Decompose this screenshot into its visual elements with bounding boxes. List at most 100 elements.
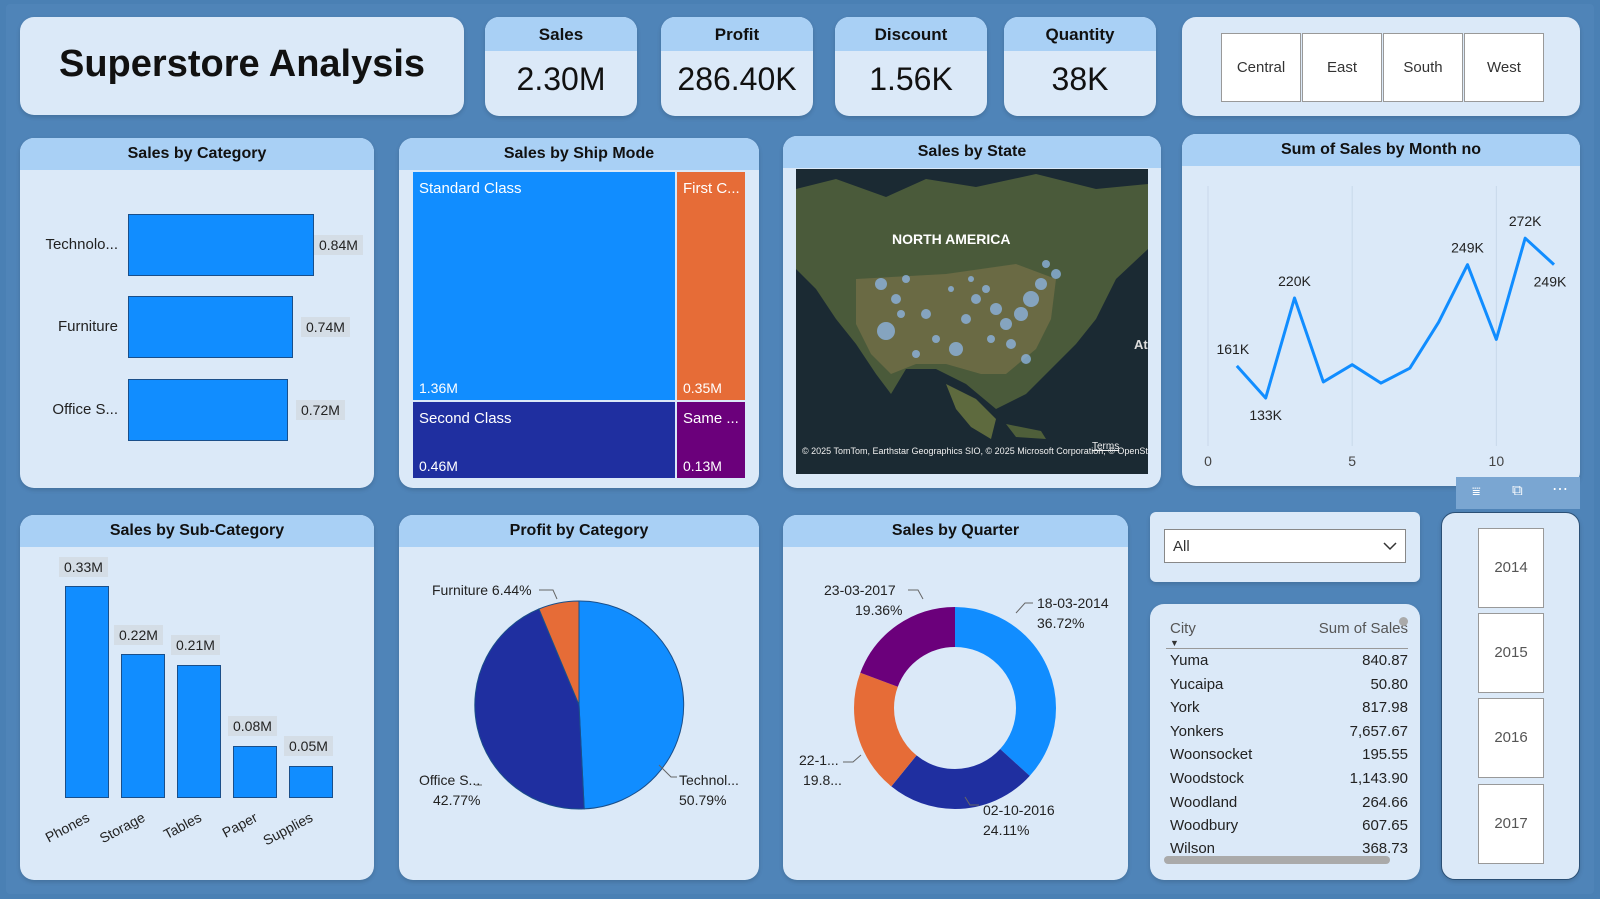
table-row[interactable]: Yuma 840.87	[1170, 652, 1408, 676]
table-row[interactable]: Woodland 264.66	[1170, 794, 1408, 818]
table-header-city[interactable]: City	[1170, 620, 1196, 637]
ship-mode-title: Sales by Ship Mode	[399, 138, 759, 170]
region-slicer: Central East South West	[1182, 17, 1580, 116]
pie-label-office-pct: 42.77%	[433, 792, 481, 808]
cell-sales: 817.98	[1362, 699, 1408, 716]
sub-category-bar-storage[interactable]	[121, 654, 165, 798]
kpi-quantity-label: Quantity	[1004, 17, 1156, 51]
cell-sales: 368.73	[1362, 840, 1408, 855]
sales-by-state-title: Sales by State	[783, 136, 1161, 168]
sales-by-month-title: Sum of Sales by Month no	[1182, 134, 1580, 166]
table-row[interactable]: Wilson 368.73	[1170, 840, 1408, 855]
more-options-icon[interactable]: ⋯	[1552, 479, 1568, 499]
sales-by-category-title: Sales by Category	[20, 138, 374, 170]
map-terms-link[interactable]: Terms	[1092, 441, 1119, 452]
sub-category-value-phones: 0.33M	[59, 557, 108, 577]
table-row[interactable]: York 817.98	[1170, 699, 1408, 723]
donut-label-2014-pct: 36.72%	[1037, 615, 1085, 631]
ship-mode-standard-value: 1.36M	[419, 380, 458, 396]
region-button-west[interactable]: West	[1464, 33, 1544, 102]
sub-category-bar-supplies[interactable]	[289, 766, 333, 798]
profit-pie-chart[interactable]	[399, 515, 759, 880]
ship-mode-second[interactable]: Second Class 0.46M	[412, 401, 676, 479]
sales-by-month-chart[interactable]: 0 5 10 161K 133K 220K 249K 272K 249K	[1182, 166, 1580, 486]
region-button-central[interactable]: Central	[1221, 33, 1301, 102]
category-value-technology: 0.84M	[314, 235, 363, 255]
map-region-label: NORTH AMERICA	[892, 231, 1010, 247]
city-sales-table: City Sum of Sales ▼ Yuma 840.87 Yucaipa 50…	[1150, 604, 1420, 880]
donut-label-2015-date: 22-1...	[799, 752, 839, 768]
kpi-sales-value: 2.30M	[516, 61, 606, 97]
category-bar-furniture[interactable]	[128, 296, 293, 358]
pie-slice-technology	[578, 600, 685, 810]
pie-label-furniture: Furniture 6.44%	[432, 582, 532, 598]
ship-mode-same-value: 0.13M	[683, 458, 722, 474]
year-button-2016[interactable]: 2016	[1478, 698, 1544, 778]
donut-label-2016-pct: 24.11%	[983, 822, 1030, 838]
north-america-map[interactable]: NORTH AMERICA At C © 2025 TomTom, Earths…	[796, 169, 1148, 474]
line-data-label: 272K	[1509, 213, 1542, 229]
table-row[interactable]: Yucaipa 50.80	[1170, 676, 1408, 700]
region-button-south[interactable]: South	[1383, 33, 1463, 102]
year-button-2014[interactable]: 2014	[1478, 528, 1544, 608]
kpi-profit-label: Profit	[661, 17, 813, 51]
sales-line-series[interactable]	[1235, 236, 1556, 400]
cell-city: Yucaipa	[1170, 676, 1224, 693]
ship-mode-first[interactable]: First C... 0.35M	[676, 171, 746, 401]
category-bar-technology[interactable]	[128, 214, 314, 276]
donut-label-2015-pct: 19.8...	[803, 772, 842, 788]
x-tick-label: 0	[1204, 453, 1212, 469]
cell-city: Woodbury	[1170, 817, 1239, 834]
ship-mode-same-day[interactable]: Same ... 0.13M	[676, 401, 746, 479]
sub-category-bar-tables[interactable]	[177, 665, 221, 798]
sub-category-value-storage: 0.22M	[114, 625, 163, 645]
sub-category-axis-storage: Storage	[96, 809, 148, 847]
page-title: Superstore Analysis	[59, 43, 426, 85]
table-row[interactable]: Woodbury 607.65	[1170, 817, 1408, 841]
sub-category-value-tables: 0.21M	[171, 635, 220, 655]
table-row[interactable]: Woodstock 1,143.90	[1170, 770, 1408, 794]
pie-label-tech-pct: 50.79%	[679, 792, 727, 808]
city-filter-dropdown[interactable]: All	[1164, 529, 1406, 563]
filter-icon[interactable]: ⩸	[1472, 483, 1481, 500]
scrollbar-thumb-vertical[interactable]	[1399, 617, 1408, 626]
donut-label-2014-date: 18-03-2014	[1037, 595, 1109, 611]
line-data-label: 133K	[1249, 407, 1282, 423]
sub-category-value-supplies: 0.05M	[284, 736, 333, 756]
category-value-office-supplies: 0.72M	[296, 400, 345, 420]
ship-mode-first-label: First C...	[683, 180, 740, 197]
table-header-sum-of-sales[interactable]: Sum of Sales	[1319, 620, 1408, 637]
donut-label-2017-pct: 19.36%	[855, 602, 903, 618]
kpi-sales-label: Sales	[485, 17, 637, 51]
sub-category-bar-phones[interactable]	[65, 586, 109, 798]
year-slicer: 2014 2015 2016 2017	[1441, 512, 1580, 880]
ship-mode-second-value: 0.46M	[419, 458, 458, 474]
quarter-donut-chart[interactable]	[783, 515, 1128, 880]
table-row[interactable]: Yonkers 7,657.67	[1170, 723, 1408, 747]
ship-mode-standard[interactable]: Standard Class 1.36M	[412, 171, 676, 401]
year-button-2017[interactable]: 2017	[1478, 784, 1544, 864]
x-tick-label: 10	[1489, 453, 1505, 469]
cell-city: Wilson	[1170, 840, 1216, 855]
sales-by-category-card: Sales by Category Technolo... 0.84M Furn…	[20, 138, 374, 488]
chevron-down-icon	[1383, 542, 1397, 551]
sub-category-bar-paper[interactable]	[233, 746, 277, 798]
cell-sales: 7,657.67	[1349, 723, 1408, 740]
sales-by-state-card: Sales by State NORTH AMERICA At C © 2025…	[783, 136, 1161, 488]
table-row[interactable]: Woonsocket 195.55	[1170, 746, 1408, 770]
category-bar-office-supplies[interactable]	[128, 379, 288, 441]
cell-sales: 264.66	[1362, 794, 1408, 811]
year-button-2015[interactable]: 2015	[1478, 613, 1544, 693]
ship-mode-standard-label: Standard Class	[419, 180, 522, 197]
scrollbar-horizontal[interactable]	[1164, 856, 1390, 864]
cell-sales: 195.55	[1362, 746, 1408, 763]
table-header-divider	[1166, 648, 1408, 649]
focus-mode-icon[interactable]: ⧉	[1512, 482, 1523, 499]
ship-mode-second-label: Second Class	[419, 410, 512, 427]
ship-mode-first-value: 0.35M	[683, 380, 722, 396]
city-filter-value: All	[1173, 538, 1190, 555]
sales-by-month-card: Sum of Sales by Month no 0 5 10 161K 133K 220…	[1182, 134, 1580, 486]
cell-sales: 607.65	[1362, 817, 1408, 834]
region-button-east[interactable]: East	[1302, 33, 1382, 102]
sort-descending-icon: ▼	[1170, 638, 1179, 648]
